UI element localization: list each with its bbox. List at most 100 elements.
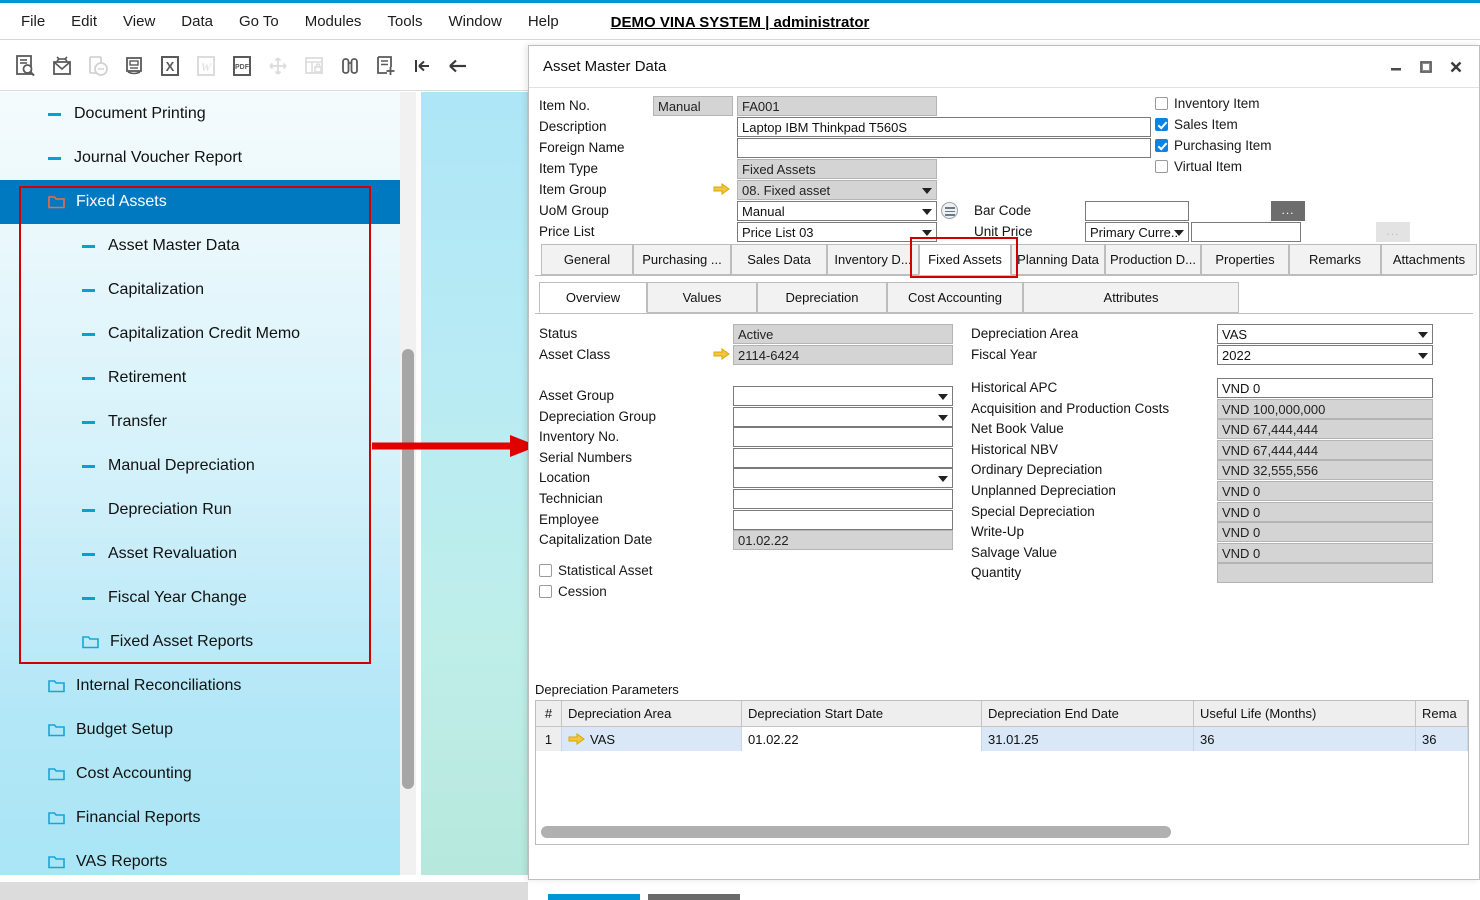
asset-group-field[interactable] xyxy=(733,386,953,406)
export-to-excel-icon[interactable]: X xyxy=(152,46,188,86)
checkbox-box[interactable] xyxy=(539,564,552,577)
description-field[interactable]: Laptop IBM Thinkpad T560S xyxy=(737,117,1151,137)
unplanned-depreciation-field[interactable]: VND 0 xyxy=(1217,481,1433,501)
sidebar-item-cost-accounting[interactable]: Cost Accounting xyxy=(0,752,400,796)
unit-price-currency-dropdown[interactable]: Primary Curre.. xyxy=(1085,222,1189,242)
asset-class-link-arrow-icon[interactable] xyxy=(713,347,731,361)
cancel-button-partial[interactable] xyxy=(648,894,740,900)
close-icon[interactable] xyxy=(1441,52,1471,82)
foreign-name-field[interactable] xyxy=(737,138,1151,158)
sidebar-item-retirement[interactable]: Retirement xyxy=(0,356,400,400)
historical-nbv-field[interactable]: VND 67,444,444 xyxy=(1217,440,1433,460)
location-field[interactable] xyxy=(733,468,953,488)
checkbox-box[interactable] xyxy=(539,585,552,598)
grid-cell-useful-life[interactable]: 36 xyxy=(1194,727,1416,751)
tab-planning-data[interactable]: Planning Data xyxy=(1011,244,1105,275)
subtab-cost-accounting[interactable]: Cost Accounting xyxy=(887,282,1023,313)
depreciation-group-field[interactable] xyxy=(733,407,953,427)
menu-item-go-to[interactable]: Go To xyxy=(226,3,292,40)
tree-scrollbar-thumb[interactable] xyxy=(402,349,414,789)
salvage-value-field[interactable]: VND 0 xyxy=(1217,543,1433,563)
tab-production-d[interactable]: Production D... xyxy=(1105,244,1201,275)
historical-apc-field[interactable]: VND 0 xyxy=(1217,378,1433,398)
sidebar-item-fiscal-year-change[interactable]: Fiscal Year Change xyxy=(0,576,400,620)
add-record-icon[interactable] xyxy=(368,46,404,86)
first-record-icon[interactable] xyxy=(404,46,440,86)
grid-cell-start-date[interactable]: 01.02.22 xyxy=(742,727,982,751)
item-group-link-arrow-icon[interactable] xyxy=(713,182,731,196)
grid-cell-depreciation-area[interactable]: VAS xyxy=(562,727,742,751)
grid-cell-remaining[interactable]: 36 xyxy=(1416,727,1468,751)
menu-item-view[interactable]: View xyxy=(110,3,168,40)
menu-item-data[interactable]: Data xyxy=(168,3,226,40)
checkbox-box[interactable] xyxy=(1155,97,1168,110)
employee-field[interactable] xyxy=(733,510,953,530)
find-document-icon[interactable] xyxy=(8,46,44,86)
print-preview-icon[interactable] xyxy=(116,46,152,86)
uom-group-dropdown[interactable]: Manual xyxy=(737,201,937,221)
subtab-attributes[interactable]: Attributes xyxy=(1023,282,1239,313)
grid-column-header[interactable]: Depreciation Start Date xyxy=(742,701,982,726)
sidebar-item-depreciation-run[interactable]: Depreciation Run xyxy=(0,488,400,532)
net-book-value-field[interactable]: VND 67,444,444 xyxy=(1217,419,1433,439)
sidebar-item-capitalization[interactable]: Capitalization xyxy=(0,268,400,312)
tab-inventory-d[interactable]: Inventory D... xyxy=(827,244,919,275)
status-field[interactable]: Active xyxy=(733,324,953,344)
grid-column-header[interactable]: Depreciation Area xyxy=(562,701,742,726)
menu-item-help[interactable]: Help xyxy=(515,3,572,40)
sidebar-item-fixed-asset-reports[interactable]: Fixed Asset Reports xyxy=(0,620,400,664)
sidebar-item-manual-depreciation[interactable]: Manual Depreciation xyxy=(0,444,400,488)
grid-column-header[interactable]: Rema xyxy=(1416,701,1468,726)
maximize-icon[interactable] xyxy=(1411,52,1441,82)
tab-attachments[interactable]: Attachments xyxy=(1381,244,1477,275)
checkbox-box[interactable] xyxy=(1155,160,1168,173)
sidebar-item-journal-voucher-report[interactable]: Journal Voucher Report xyxy=(0,136,400,180)
capitalization-date-field[interactable]: 01.02.22 xyxy=(733,530,953,550)
checkbox-sales-item[interactable]: Sales Item xyxy=(1155,117,1238,132)
sidebar-item-asset-master-data[interactable]: Asset Master Data xyxy=(0,224,400,268)
send-email-icon[interactable] xyxy=(44,46,80,86)
ordinary-depreciation-field[interactable]: VND 32,555,556 xyxy=(1217,460,1433,480)
unit-price-field[interactable] xyxy=(1191,222,1301,242)
sidebar-item-financial-reports[interactable]: Financial Reports xyxy=(0,796,400,840)
checkbox-box[interactable] xyxy=(1155,118,1168,131)
item-group-dropdown[interactable]: 08. Fixed asset xyxy=(737,180,937,200)
sidebar-item-transfer[interactable]: Transfer xyxy=(0,400,400,444)
checkbox-inventory-item[interactable]: Inventory Item xyxy=(1155,96,1260,111)
depreciation-area-field[interactable]: VAS xyxy=(1217,324,1433,344)
grid-cell-index[interactable]: 1 xyxy=(536,727,562,751)
grid-column-header[interactable]: Useful Life (Months) xyxy=(1194,701,1416,726)
tab-purchasing[interactable]: Purchasing ... xyxy=(633,244,731,275)
menu-item-tools[interactable]: Tools xyxy=(374,3,435,40)
checkbox-cession[interactable]: Cession xyxy=(539,584,607,599)
bar-code-browse-button[interactable]: ... xyxy=(1271,201,1305,221)
tab-general[interactable]: General xyxy=(541,244,633,275)
sidebar-item-budget-setup[interactable]: Budget Setup xyxy=(0,708,400,752)
sidebar-item-asset-revaluation[interactable]: Asset Revaluation xyxy=(0,532,400,576)
tab-fixed-assets[interactable]: Fixed Assets xyxy=(919,244,1011,275)
sidebar-item-document-printing[interactable]: Document Printing xyxy=(0,92,400,136)
checkbox-purchasing-item[interactable]: Purchasing Item xyxy=(1155,138,1272,153)
checkbox-box[interactable] xyxy=(1155,139,1168,152)
previous-record-icon[interactable] xyxy=(440,46,476,86)
minimize-icon[interactable] xyxy=(1381,52,1411,82)
subtab-overview[interactable]: Overview xyxy=(539,282,647,313)
tab-sales-data[interactable]: Sales Data xyxy=(731,244,827,275)
checkbox-statistical-asset[interactable]: Statistical Asset xyxy=(539,563,653,578)
sidebar-item-internal-reconciliations[interactable]: Internal Reconciliations xyxy=(0,664,400,708)
checkbox-virtual-item[interactable]: Virtual Item xyxy=(1155,159,1242,174)
price-list-dropdown[interactable]: Price List 03 xyxy=(737,222,937,242)
menu-item-window[interactable]: Window xyxy=(435,3,514,40)
export-to-pdf-icon[interactable]: PDF xyxy=(224,46,260,86)
item-no-field[interactable]: FA001 xyxy=(737,96,937,116)
tab-properties[interactable]: Properties xyxy=(1201,244,1289,275)
serial-numbers-field[interactable] xyxy=(733,448,953,468)
subtab-values[interactable]: Values xyxy=(647,282,757,313)
subtab-depreciation[interactable]: Depreciation xyxy=(757,282,887,313)
menu-item-modules[interactable]: Modules xyxy=(292,3,375,40)
tree-vertical-scrollbar[interactable] xyxy=(400,92,416,882)
asset-class-field[interactable]: 2114-6424 xyxy=(733,345,953,365)
grid-scrollbar-thumb[interactable] xyxy=(541,826,1171,838)
row-link-arrow-icon[interactable] xyxy=(568,732,586,746)
ok-button-partial[interactable] xyxy=(548,894,640,900)
